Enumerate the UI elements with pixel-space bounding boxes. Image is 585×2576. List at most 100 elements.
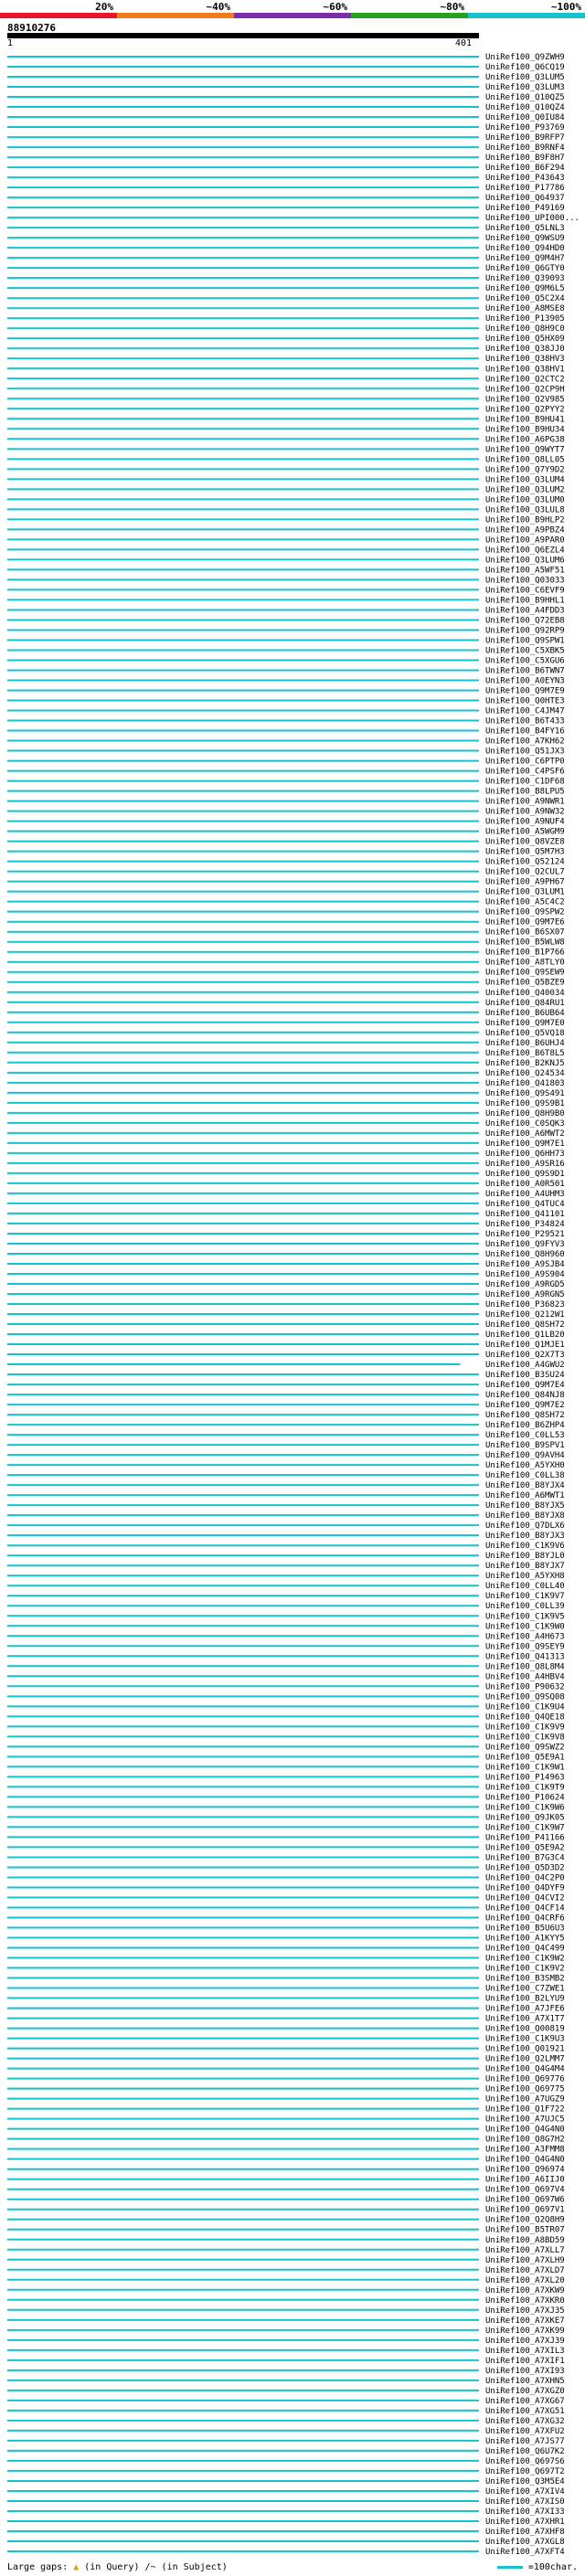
hit-id-label[interactable]: UniRef100_C5XBK5: [485, 646, 565, 655]
hit-id-label[interactable]: UniRef100_Q5E9A1: [485, 1753, 565, 1762]
hit-id-label[interactable]: UniRef100_Q00819: [485, 2025, 565, 2034]
hit-id-label[interactable]: UniRef100_A7XGZ0: [485, 2387, 565, 2396]
hit-id-label[interactable]: UniRef100_UPI000...: [485, 214, 580, 223]
hit-id-label[interactable]: UniRef100_Q51JX3: [485, 747, 565, 757]
hit-id-label[interactable]: UniRef100_A7UGZ9: [485, 2095, 565, 2104]
hit-id-label[interactable]: UniRef100_C1K9V7: [485, 1592, 565, 1601]
hit-id-label[interactable]: UniRef100_Q5D3D2: [485, 1863, 565, 1872]
hit-id-label[interactable]: UniRef100_A7KH62: [485, 737, 565, 747]
hit-id-label[interactable]: UniRef100_A7XK99: [485, 2327, 565, 2336]
hit-id-label[interactable]: UniRef100_A6MWT1: [485, 1491, 565, 1500]
hit-id-label[interactable]: UniRef100_Q4C2P0: [485, 1873, 565, 1882]
hit-id-label[interactable]: UniRef100_C1K9W1: [485, 1763, 565, 1772]
hit-id-label[interactable]: UniRef100_A4FDD3: [485, 606, 565, 615]
hit-id-label[interactable]: UniRef100_C4JM47: [485, 707, 565, 716]
hit-id-label[interactable]: UniRef100_A9PBZ4: [485, 525, 565, 535]
hit-id-label[interactable]: UniRef100_Q9S9D1: [485, 1170, 565, 1179]
hit-id-label[interactable]: UniRef100_B6SX07: [485, 928, 565, 938]
hit-id-label[interactable]: UniRef100_B9HHL1: [485, 596, 565, 605]
hit-id-label[interactable]: UniRef100_B8YJX3: [485, 1532, 565, 1541]
hit-id-label[interactable]: UniRef100_A7XHF8: [485, 2528, 565, 2537]
hit-id-label[interactable]: UniRef100_A8MSE8: [485, 304, 565, 313]
hit-id-label[interactable]: UniRef100_Q5HX09: [485, 334, 565, 344]
hit-id-label[interactable]: UniRef100_A7XL20: [485, 2276, 565, 2285]
hit-id-label[interactable]: UniRef100_B6UHJ4: [485, 1039, 565, 1048]
hit-id-label[interactable]: UniRef100_Q72EB8: [485, 616, 565, 625]
hit-id-label[interactable]: UniRef100_B6T433: [485, 717, 565, 726]
hit-id-label[interactable]: UniRef100_A5WF51: [485, 566, 565, 575]
hit-id-label[interactable]: UniRef100_C7ZWE1: [485, 1985, 565, 1994]
hit-id-label[interactable]: UniRef100_Q9M7E9: [485, 687, 565, 696]
hit-id-label[interactable]: UniRef100_Q9JK05: [485, 1813, 565, 1822]
hit-id-label[interactable]: UniRef100_Q8L8M4: [485, 1662, 565, 1671]
hit-id-label[interactable]: UniRef100_B4FY16: [485, 727, 565, 737]
hit-id-label[interactable]: UniRef100_P10624: [485, 1793, 565, 1802]
hit-id-label[interactable]: UniRef100_Q92RP9: [485, 626, 565, 635]
hit-id-label[interactable]: UniRef100_C0LL39: [485, 1602, 565, 1611]
hit-id-label[interactable]: UniRef100_C0LL38: [485, 1471, 565, 1480]
hit-id-label[interactable]: UniRef100_B5WLW8: [485, 938, 565, 948]
hit-id-label[interactable]: UniRef100_Q1LB20: [485, 1330, 565, 1340]
hit-id-label[interactable]: UniRef100_A9S904: [485, 1270, 565, 1279]
hit-id-label[interactable]: UniRef100_Q64937: [485, 194, 565, 203]
hit-id-label[interactable]: UniRef100_Q7DLX6: [485, 1521, 565, 1531]
hit-id-label[interactable]: UniRef100_Q38JJ0: [485, 345, 565, 354]
hit-id-label[interactable]: UniRef100_C1K9V6: [485, 1542, 565, 1551]
hit-id-label[interactable]: UniRef100_A1KYY5: [485, 1935, 565, 1944]
hit-id-label[interactable]: UniRef100_B9HU41: [485, 415, 565, 424]
hit-id-label[interactable]: UniRef100_A5WGM9: [485, 828, 565, 837]
hit-id-label[interactable]: UniRef100_A0R501: [485, 1180, 565, 1189]
hit-id-label[interactable]: UniRef100_Q6GTY0: [485, 264, 565, 273]
hit-id-label[interactable]: UniRef100_B8YJX8: [485, 1511, 565, 1521]
hit-id-label[interactable]: UniRef100_A6PG38: [485, 435, 565, 444]
hit-id-label[interactable]: UniRef100_B7G3C4: [485, 1853, 565, 1862]
hit-id-label[interactable]: UniRef100_A4HBV4: [485, 1672, 565, 1681]
hit-id-label[interactable]: UniRef100_A4H673: [485, 1632, 565, 1641]
hit-id-label[interactable]: UniRef100_Q2CTC2: [485, 375, 565, 384]
hit-id-label[interactable]: UniRef100_C1K9W0: [485, 1622, 565, 1631]
hit-id-label[interactable]: UniRef100_A7XGL8: [485, 2538, 565, 2547]
hit-id-label[interactable]: UniRef100_A9RGD5: [485, 1280, 565, 1289]
hit-id-label[interactable]: UniRef100_Q4DYF9: [485, 1883, 565, 1892]
hit-id-label[interactable]: UniRef100_A7XG51: [485, 2407, 565, 2416]
hit-id-label[interactable]: UniRef100_Q3LUM1: [485, 888, 565, 897]
hit-id-label[interactable]: UniRef100_A7XI93: [485, 2367, 565, 2376]
hit-id-label[interactable]: UniRef100_Q4G4N0: [485, 2125, 565, 2135]
hit-id-label[interactable]: UniRef100_Q1F722: [485, 2105, 565, 2115]
hit-id-label[interactable]: UniRef100_Q8VZE8: [485, 838, 565, 847]
hit-id-label[interactable]: UniRef100_P29521: [485, 1230, 565, 1239]
hit-id-label[interactable]: UniRef100_Q6HH73: [485, 1150, 565, 1159]
hit-id-label[interactable]: UniRef100_Q39093: [485, 274, 565, 283]
hit-id-label[interactable]: UniRef100_Q9AVH4: [485, 1451, 565, 1460]
hit-id-label[interactable]: UniRef100_Q5C2X4: [485, 294, 565, 303]
hit-id-label[interactable]: UniRef100_C1K9V8: [485, 1733, 565, 1742]
hit-id-label[interactable]: UniRef100_Q6EZL4: [485, 546, 565, 555]
hit-id-label[interactable]: UniRef100_Q2V985: [485, 395, 565, 404]
hit-id-label[interactable]: UniRef100_A7XKE7: [485, 2316, 565, 2326]
hit-id-label[interactable]: UniRef100_B9HU34: [485, 425, 565, 434]
hit-id-label[interactable]: UniRef100_P43643: [485, 174, 565, 183]
hit-id-label[interactable]: UniRef100_Q5LNL3: [485, 224, 565, 233]
hit-id-label[interactable]: UniRef100_Q1MJE1: [485, 1341, 565, 1350]
hit-id-label[interactable]: UniRef100_A7XJ39: [485, 2337, 565, 2346]
hit-id-label[interactable]: UniRef100_Q69776: [485, 2075, 565, 2084]
hit-id-label[interactable]: UniRef100_P90632: [485, 1682, 565, 1691]
hit-id-label[interactable]: UniRef100_B9HLP2: [485, 515, 565, 525]
hit-id-label[interactable]: UniRef100_Q5BZE9: [485, 979, 565, 988]
hit-id-label[interactable]: UniRef100_Q52124: [485, 858, 565, 867]
hit-id-label[interactable]: UniRef100_A7XHR1: [485, 2518, 565, 2527]
hit-id-label[interactable]: UniRef100_Q8SH72: [485, 1320, 565, 1330]
hit-id-label[interactable]: UniRef100_B9RNF4: [485, 143, 565, 153]
hit-id-label[interactable]: UniRef100_A7XIS0: [485, 2497, 565, 2507]
hit-id-label[interactable]: UniRef100_C1K9W7: [485, 1823, 565, 1832]
hit-id-label[interactable]: UniRef100_A9SR16: [485, 1160, 565, 1169]
hit-id-label[interactable]: UniRef100_Q697S6: [485, 2457, 565, 2466]
hit-id-label[interactable]: UniRef100_Q697T2: [485, 2467, 565, 2476]
hit-id-label[interactable]: UniRef100_A7XLD7: [485, 2266, 565, 2275]
hit-id-label[interactable]: UniRef100_Q9SEW9: [485, 969, 565, 978]
hit-id-label[interactable]: UniRef100_Q9SPW2: [485, 908, 565, 917]
hit-id-label[interactable]: UniRef100_A4UHM3: [485, 1190, 565, 1199]
hit-id-label[interactable]: UniRef100_B6ZHP4: [485, 1421, 565, 1430]
hit-id-label[interactable]: UniRef100_Q24534: [485, 1069, 565, 1078]
hit-id-label[interactable]: UniRef100_A3FMM8: [485, 2146, 565, 2155]
